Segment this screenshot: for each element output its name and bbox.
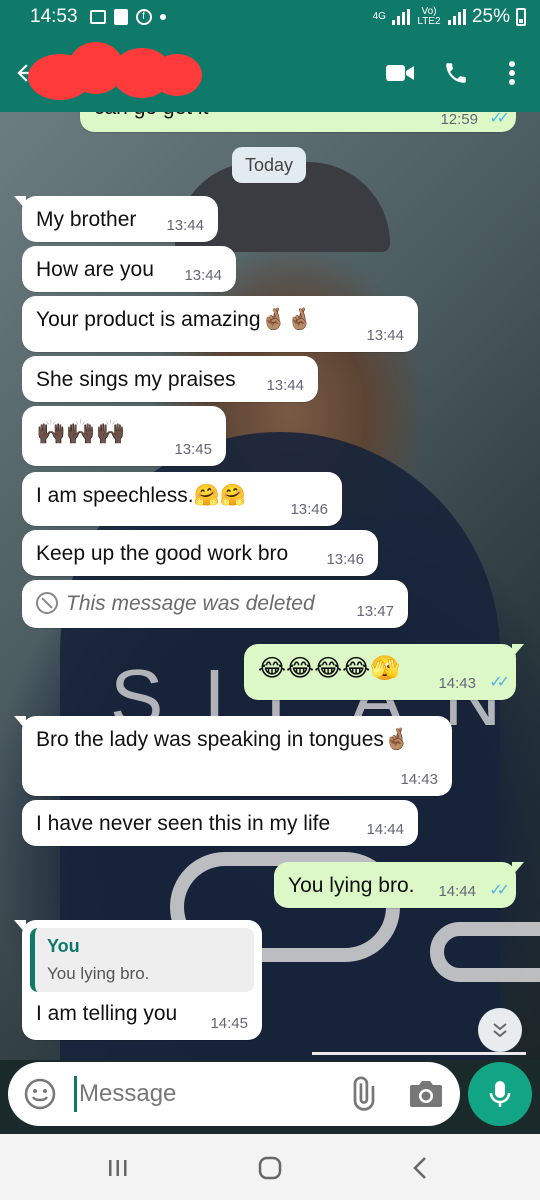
more-options-button[interactable]	[484, 45, 540, 101]
system-navigation-bar	[0, 1134, 540, 1200]
message-text: I have never seen this in my life	[36, 812, 331, 835]
message-bubble-in[interactable]: I have never seen this in my life 14:44	[22, 800, 418, 846]
mic-icon	[489, 1081, 511, 1107]
message-text: Keep up the good work bro	[36, 542, 289, 565]
prohibited-icon	[36, 592, 58, 614]
attach-button[interactable]	[344, 1076, 380, 1112]
message-text: This message was deleted	[66, 592, 315, 615]
message-time: 14:45	[210, 1015, 248, 1032]
message-bubble-in[interactable]: She sings my praises 13:44	[22, 356, 318, 402]
video-call-button[interactable]	[372, 45, 428, 101]
message-text: 😂😂😂😂🫣	[258, 655, 401, 682]
message-bubble-in[interactable]: Bro the lady was speaking in tongues🤞🏽 1…	[14, 716, 452, 796]
message-bubble-out[interactable]: can go get it 12:59 ✓✓	[80, 112, 516, 132]
reply-text: You lying bro.	[47, 964, 150, 983]
message-text: My brother	[36, 208, 137, 231]
camera-icon	[410, 1081, 442, 1107]
recent-apps-button[interactable]	[98, 1148, 138, 1188]
message-text: I am telling you	[36, 1002, 178, 1025]
message-text: You lying bro.	[288, 874, 415, 897]
battery-icon	[516, 8, 526, 26]
date-chip: Today	[232, 147, 306, 183]
home-icon	[258, 1156, 282, 1180]
message-time: 13:46	[326, 551, 364, 568]
wallpaper-shape	[430, 922, 540, 982]
header-actions	[372, 34, 540, 112]
redacted-contact[interactable]	[28, 40, 203, 104]
message-bubble-in[interactable]: My brother 13:44	[14, 196, 218, 242]
reply-author: You	[47, 936, 80, 956]
message-text: How are you	[36, 258, 154, 281]
divider	[312, 1052, 526, 1055]
emoji-icon	[24, 1078, 56, 1110]
read-ticks-icon: ✓✓	[489, 112, 510, 127]
message-bubble-in[interactable]: I am speechless.🤗🤗 13:46	[22, 472, 342, 526]
message-bubble-in[interactable]: 🙌🏿🙌🏿🙌🏿 13:45	[22, 406, 226, 466]
status-bar: 14:53 f 4G Vo) LTE2 25%	[0, 0, 540, 34]
deleted-message-bubble[interactable]: This message was deleted 13:47	[22, 580, 408, 628]
message-bubble-in[interactable]: How are you 13:44	[22, 246, 236, 292]
message-bubble-out[interactable]: You lying bro. 14:44 ✓✓	[274, 862, 524, 908]
voice-message-button[interactable]	[468, 1062, 532, 1126]
message-time: 12:59	[440, 112, 478, 128]
voice-call-button[interactable]	[428, 45, 484, 101]
home-button[interactable]	[250, 1148, 290, 1188]
paperclip-icon	[353, 1076, 375, 1111]
message-bubble-out[interactable]: 😂😂😂😂🫣 14:43 ✓✓	[244, 644, 524, 700]
signal-2-icon	[447, 9, 466, 25]
facebook-icon: f	[135, 9, 152, 25]
message-input[interactable]	[74, 1076, 324, 1112]
more-vert-icon	[509, 61, 515, 85]
message-text: Your product is amazing🤞🏽🤞🏽	[36, 308, 313, 331]
message-bubble-in[interactable]: Your product is amazing🤞🏽🤞🏽 13:44	[22, 296, 418, 352]
scroll-to-bottom-button[interactable]	[478, 1008, 522, 1052]
message-text: She sings my praises	[36, 368, 236, 391]
battery-percent: 25%	[471, 6, 510, 27]
message-time: 14:44	[366, 821, 404, 838]
network-type: 4G	[372, 11, 386, 22]
message-time: 14:44	[438, 883, 476, 900]
message-time: 13:45	[174, 441, 212, 458]
message-text: Bro the lady was speaking in tongues🤞🏽	[36, 728, 411, 751]
chat-header	[0, 34, 540, 112]
message-bubble-in[interactable]: Keep up the good work bro 13:46	[22, 530, 378, 576]
message-time: 14:43	[438, 675, 476, 692]
gallery-icon	[89, 10, 106, 24]
emoji-button[interactable]	[22, 1076, 58, 1112]
message-text: I am speechless.🤗🤗	[36, 484, 246, 507]
message-time: 13:47	[356, 603, 394, 620]
message-time: 14:43	[400, 771, 438, 788]
pdf-icon	[113, 9, 128, 25]
camera-button[interactable]	[406, 1076, 446, 1112]
volte-label: Vo) LTE2	[417, 6, 441, 27]
message-time: 13:46	[290, 501, 328, 518]
message-composer	[8, 1062, 460, 1126]
read-ticks-icon: ✓✓	[489, 674, 510, 691]
status-time: 14:53	[30, 6, 78, 27]
message-text: 🙌🏿🙌🏿🙌🏿	[36, 419, 126, 446]
more-notifications-dot-icon	[159, 14, 166, 20]
double-chevron-down-icon	[493, 1023, 507, 1038]
reply-quote[interactable]: You You lying bro.	[30, 928, 254, 992]
chevron-left-icon	[413, 1157, 426, 1179]
message-time: 13:44	[166, 217, 204, 234]
signal-icon	[391, 9, 410, 25]
status-right: 4G Vo) LTE2 25%	[373, 6, 526, 28]
message-time: 13:44	[184, 267, 222, 284]
message-time: 13:44	[266, 377, 304, 394]
reply-message-bubble[interactable]: You You lying bro. I am telling you 14:4…	[14, 920, 262, 1040]
notification-icons: f	[89, 9, 166, 25]
video-call-icon	[386, 65, 414, 81]
recents-icon	[109, 1160, 127, 1176]
read-ticks-icon: ✓✓	[489, 882, 510, 899]
message-text: can go get it	[94, 112, 208, 120]
phone-icon	[446, 63, 466, 83]
back-nav-button[interactable]	[400, 1148, 440, 1188]
message-time: 13:44	[366, 327, 404, 344]
deleted-message: This message was deleted	[36, 592, 315, 616]
